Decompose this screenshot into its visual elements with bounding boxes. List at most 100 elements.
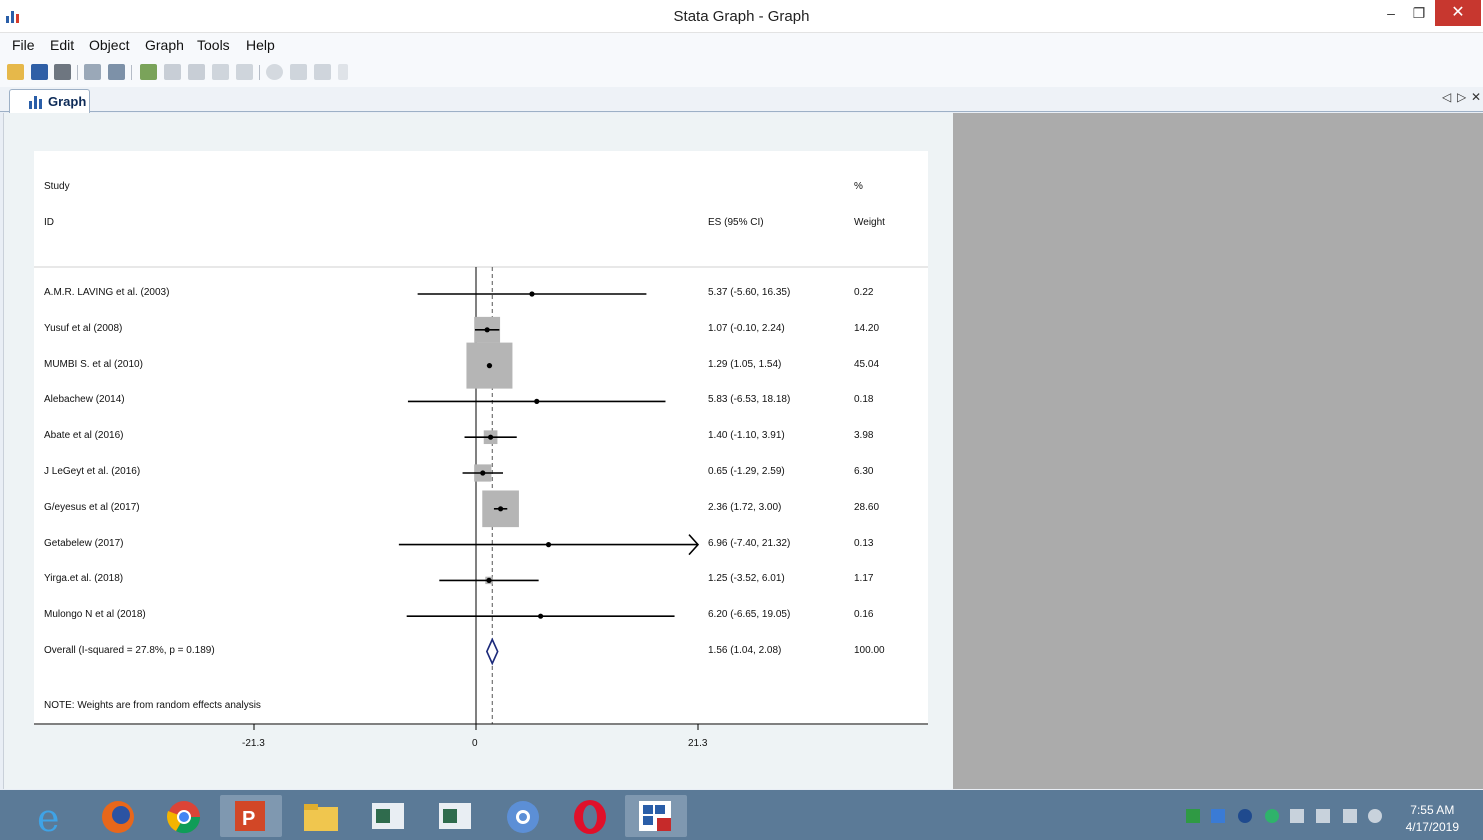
clock-time: 7:55 AM [1410,803,1455,817]
study-weight: 6.30 [854,466,874,477]
app-window-icon-2[interactable] [431,795,479,837]
study-weight: 0.13 [854,537,874,549]
chrome-icon[interactable] [160,795,208,837]
minimize-button[interactable]: – [1377,0,1405,26]
overall-diamond [485,637,499,666]
firefox-icon[interactable] [94,795,142,837]
overall-weight: 100.00 [854,644,885,656]
study-es-ci: 0.65 (-1.29, 2.59) [708,466,785,477]
tab-prev-icon[interactable]: ◁ [1442,90,1451,104]
print-icon[interactable] [54,64,71,80]
point-estimate [534,398,540,404]
svg-text:e: e [37,796,60,837]
tab-close-icon[interactable]: ✕ [1471,90,1481,104]
empty-workspace-area [953,113,1483,789]
axis-tick-label: -21.3 [242,738,265,749]
point-estimate [484,327,490,333]
open-icon[interactable] [7,64,24,80]
study-es-ci: 1.40 (-1.10, 3.91) [708,430,785,442]
copy-graph-icon[interactable] [108,64,125,80]
study-label: Yusuf et al (2008) [44,322,123,334]
study-label: J LeGeyt et al. (2016) [44,466,141,477]
study-es-ci: 1.07 (-0.10, 2.24) [708,322,785,334]
study-es-ci: 5.83 (-6.53, 18.18) [708,394,791,406]
point-estimate [480,470,486,476]
record-icon[interactable] [266,64,283,80]
copy-icon[interactable] [84,64,101,80]
restore-button[interactable]: ❐ [1405,0,1433,26]
menu-file[interactable]: File [12,37,35,53]
study-label: Abate et al (2016) [44,430,124,442]
toolbar-separator [77,65,78,80]
study-weight: 0.16 [854,609,874,621]
toolbar [0,57,1483,87]
taskbar: e P [0,790,1483,840]
toolbar-separator [259,65,260,80]
point-estimate [486,363,493,369]
play-icon[interactable] [314,64,331,80]
opera-icon[interactable] [566,795,614,837]
header-study: Study [44,181,70,192]
stata-icon[interactable] [625,795,687,837]
menu-graph[interactable]: Graph [145,37,184,53]
header-weight: Weight [854,217,885,228]
file-explorer-icon[interactable] [297,795,345,837]
study-label: Getabelew (2017) [44,537,124,549]
toolbar-separator [131,65,132,80]
header-id: ID [44,217,54,228]
volume-icon[interactable] [1368,809,1382,823]
power-icon[interactable] [1343,809,1357,823]
study-es-ci: 2.36 (1.72, 3.00) [708,501,782,513]
study-label: G/eyesus et al (2017) [44,501,140,513]
bluetooth-icon[interactable] [1238,809,1252,823]
more-icon[interactable] [338,64,348,80]
undo-icon[interactable] [212,64,229,80]
rename-icon[interactable] [164,64,181,80]
menu-object[interactable]: Object [89,37,129,53]
axis-tick-label: 21.3 [688,738,708,749]
pause-icon[interactable] [290,64,307,80]
point-estimate [529,291,535,297]
tab-graph-label: Graph [48,94,87,109]
title-bar: Stata Graph - Graph – ❐ ✕ [0,0,1483,33]
point-estimate [538,613,544,619]
menu-tools[interactable]: Tools [197,37,230,53]
redo-icon[interactable] [236,64,253,80]
study-es-ci: 1.29 (1.05, 1.54) [708,358,782,370]
tab-strip: Graph ◁ ▷ ✕ [0,87,1483,113]
close-button[interactable]: ✕ [1435,0,1481,26]
security-shield-icon[interactable] [1265,809,1279,823]
point-estimate [497,506,504,512]
menu-help[interactable]: Help [246,37,275,53]
axis-tick-label: 0 [472,738,478,749]
point-estimate [486,577,492,583]
study-weight: 28.60 [854,501,880,513]
chromium-icon[interactable] [499,795,547,837]
graph-editor-icon[interactable] [140,64,157,80]
study-es-ci: 6.96 (-7.40, 21.32) [708,537,791,549]
point-estimate [487,434,494,440]
network-app-icon[interactable] [1211,809,1225,823]
graph-tab-icon [29,96,42,109]
overall-es-ci: 1.56 (1.04, 2.08) [708,644,782,656]
network-status-icon[interactable] [1290,809,1304,823]
system-clock[interactable]: 7:55 AM 4/17/2019 [1406,802,1459,836]
study-weight: 0.18 [854,394,874,406]
tab-next-icon[interactable]: ▷ [1457,90,1466,104]
svg-text:P: P [242,808,255,830]
study-weight: 3.98 [854,430,874,442]
menu-edit[interactable]: Edit [50,37,74,53]
drive-sync-icon[interactable] [1186,809,1200,823]
save-icon[interactable] [31,64,48,80]
point-estimate [545,542,552,548]
internet-explorer-icon[interactable]: e [27,795,75,840]
app-window-icon[interactable] [364,795,412,837]
window-title: Stata Graph - Graph [673,8,810,25]
powerpoint-icon[interactable]: P [220,795,282,837]
pointer-icon[interactable] [188,64,205,80]
action-center-icon[interactable] [1316,809,1330,823]
tab-graph[interactable]: Graph [9,89,90,113]
header-es: ES (95% CI) [708,217,764,228]
clock-date: 4/17/2019 [1405,820,1459,834]
forest-plot: Study ID ES (95% CI) % Weight NOTE: Weig… [34,151,928,749]
